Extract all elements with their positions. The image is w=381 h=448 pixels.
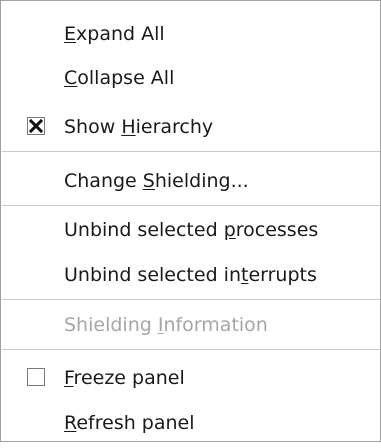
menu-item-unbind-selected-interrupts[interactable]: Unbind selected interrupts: [1, 250, 380, 300]
menu-item-show-hierarchy[interactable]: Show Hierarchy: [1, 102, 380, 152]
context-menu: Expand All Collapse All Show Hierarchy C…: [0, 0, 381, 442]
menu-item-label: Expand All: [64, 23, 165, 45]
menu-item-freeze-panel[interactable]: Freeze panel: [1, 353, 380, 403]
checkbox-checked-icon[interactable]: [27, 117, 45, 135]
menu-item-label: Unbind selected processes: [64, 219, 319, 241]
menu-item-label: Refresh panel: [64, 412, 195, 434]
menu-item-refresh-panel[interactable]: Refresh panel: [1, 398, 380, 448]
menu-item-label: Collapse All: [64, 67, 175, 89]
menu-item-collapse-all[interactable]: Collapse All: [1, 53, 380, 103]
menu-item-label: Freeze panel: [64, 367, 185, 389]
x-mark-icon: [29, 119, 43, 133]
menu-separator: [2, 349, 380, 350]
menu-item-change-shielding[interactable]: Change Shielding...: [1, 156, 380, 206]
menu-item-expand-all[interactable]: Expand All: [1, 9, 380, 59]
menu-separator: [2, 151, 380, 152]
menu-item-label: Shielding Information: [64, 314, 268, 336]
menu-item-unbind-selected-processes[interactable]: Unbind selected processes: [1, 205, 380, 255]
menu-item-shielding-information: Shielding Information: [1, 300, 380, 350]
menu-item-label: Show Hierarchy: [64, 116, 214, 138]
menu-item-label: Unbind selected interrupts: [64, 264, 317, 286]
menu-item-label: Change Shielding...: [64, 170, 249, 192]
checkbox-unchecked-icon[interactable]: [27, 368, 45, 386]
